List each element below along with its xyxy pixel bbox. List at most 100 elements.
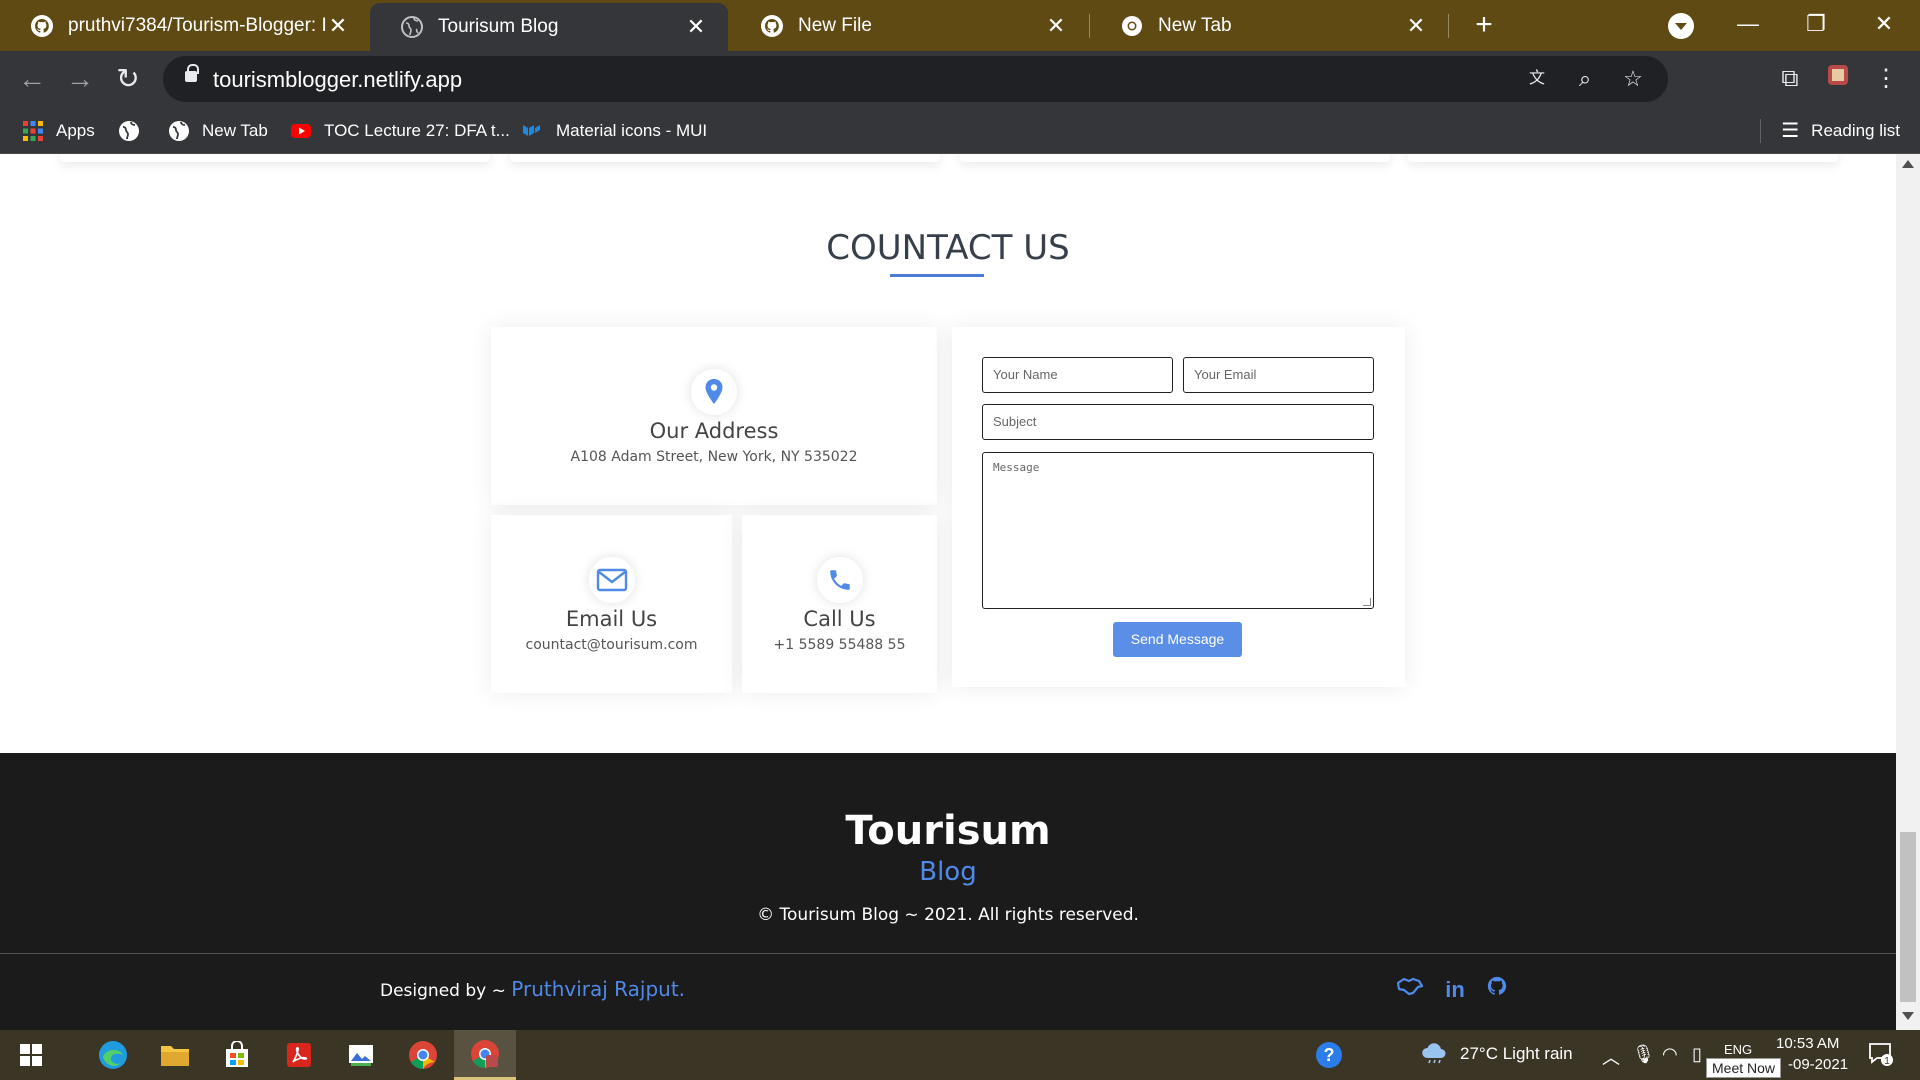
previous-card — [60, 154, 490, 162]
page-scrollbar[interactable] — [1896, 154, 1920, 1030]
tab-new-file[interactable]: New File ✕ — [730, 0, 1088, 51]
bookmark-globe[interactable] — [118, 107, 152, 154]
taskbar-edge[interactable] — [82, 1030, 144, 1080]
chrome-icon — [1122, 15, 1142, 36]
email-heading: Email Us — [565, 607, 658, 631]
tab-separator — [1448, 14, 1449, 38]
call-text: +1 5589 55488 55 — [773, 637, 906, 653]
resize-handle[interactable] — [1363, 598, 1371, 606]
taskbar-chrome[interactable] — [392, 1030, 454, 1080]
restore-icon[interactable]: ❐ — [1786, 4, 1846, 44]
github-icon[interactable] — [1482, 975, 1512, 1005]
section-title: COUNTACT US — [826, 228, 1070, 268]
star-icon[interactable]: ☆ — [1619, 65, 1647, 93]
bookmark-apps[interactable]: Apps — [22, 107, 95, 154]
scroll-thumb[interactable] — [1900, 832, 1916, 1002]
tab-new-tab[interactable]: New Tab ✕ — [1090, 0, 1448, 51]
tab-tourisum-blog[interactable]: Tourisum Blog ✕ — [370, 3, 728, 51]
bookmark-separator — [1760, 119, 1761, 143]
bookmark-label: Apps — [56, 120, 95, 140]
bookmark-material-icons[interactable]: Material icons - MUI — [522, 107, 707, 154]
bookmark-new-tab[interactable]: New Tab — [168, 107, 268, 154]
image-app-icon — [349, 1045, 373, 1066]
name-field[interactable]: Your Name — [982, 357, 1173, 393]
language-indicator[interactable]: ENG — [1724, 1042, 1752, 1057]
pdf-icon — [287, 1043, 311, 1067]
wifi-icon[interactable]: ◠ — [1662, 1044, 1678, 1065]
folder-icon — [161, 1046, 189, 1066]
close-icon[interactable]: ✕ — [326, 13, 350, 39]
message-textarea[interactable]: Message — [982, 452, 1374, 609]
tab-title: New Tab — [1158, 14, 1232, 36]
footer-divider — [0, 953, 1896, 954]
call-heading: Call Us — [803, 607, 876, 631]
apps-grid-icon — [23, 120, 43, 141]
tab-title: New File — [798, 14, 872, 36]
weather-cloud-icon[interactable] — [1420, 1042, 1448, 1069]
menu-kebab-icon[interactable]: ⋮ — [1870, 63, 1902, 95]
window-close-icon[interactable]: ✕ — [1854, 4, 1914, 44]
close-icon[interactable]: ✕ — [1404, 13, 1428, 39]
taskbar-acrobat[interactable] — [268, 1030, 330, 1080]
microphone-icon[interactable]: 🎙 — [1632, 1044, 1655, 1065]
message-placeholder: Message — [993, 461, 1040, 474]
linkedin-icon[interactable]: in — [1440, 975, 1470, 1005]
forward-arrow-icon[interactable]: → — [60, 59, 100, 99]
scroll-down-arrow-icon[interactable] — [1902, 1012, 1914, 1020]
github-icon — [761, 14, 783, 37]
tab-github-repo[interactable]: pruthvi7384/Tourism-Blogger: I have ✕ — [0, 0, 370, 51]
contact-form: Your Name Your Email Subject Message Sen… — [952, 327, 1405, 687]
battery-icon[interactable]: ▯ — [1692, 1044, 1702, 1065]
translate-icon[interactable]: 文 — [1523, 65, 1551, 93]
designed-by: Designed by ~ Pruthviraj Rajput. — [380, 977, 685, 1001]
help-icon[interactable]: ? — [1314, 1040, 1344, 1075]
address-icon-circle — [691, 369, 737, 415]
profile-avatar-icon[interactable] — [1822, 63, 1854, 95]
extensions-puzzle-icon[interactable]: ⧉ — [1774, 63, 1806, 95]
bookmark-label: Material icons - MUI — [556, 120, 708, 140]
author-link[interactable]: Pruthviraj Rajput. — [511, 977, 685, 1001]
subject-placeholder: Subject — [993, 414, 1037, 429]
bookmark-label: New Tab — [202, 120, 268, 140]
footer-copyright: © Tourisum Blog ~ 2021. All rights reser… — [757, 905, 1139, 925]
clock-time[interactable]: 10:53 AM — [1776, 1035, 1839, 1052]
mui-icon — [523, 124, 540, 136]
taskbar-chrome-profile[interactable] — [454, 1030, 516, 1080]
phone-icon — [829, 570, 850, 590]
address-heading: Our Address — [649, 419, 779, 443]
windows-logo-icon — [20, 1044, 42, 1066]
notifications-icon[interactable]: 1 — [1868, 1042, 1894, 1071]
page-viewport: COUNTACT US Our Address A108 Adam Street… — [0, 154, 1896, 1030]
email-field[interactable]: Your Email — [1183, 357, 1374, 393]
send-message-button[interactable]: Send Message — [1113, 622, 1242, 657]
close-icon[interactable]: ✕ — [684, 14, 708, 40]
reading-list-button[interactable]: ☰ Reading list — [1781, 107, 1900, 154]
subject-field[interactable]: Subject — [982, 404, 1374, 440]
weather-text[interactable]: 27°C Light rain — [1460, 1044, 1573, 1064]
taskbar-file-explorer[interactable] — [144, 1030, 206, 1080]
tab-search-dropdown-icon[interactable] — [1668, 13, 1694, 39]
browser-tab-strip: pruthvi7384/Tourism-Blogger: I have ✕ To… — [0, 0, 1920, 51]
scroll-up-arrow-icon[interactable] — [1902, 160, 1914, 168]
minimize-icon[interactable]: — — [1718, 4, 1778, 44]
back-arrow-icon[interactable]: ← — [12, 59, 52, 99]
notification-bubble-icon: 1 — [1869, 1043, 1893, 1067]
start-button[interactable] — [0, 1030, 62, 1080]
bookmarks-bar: Apps New Tab TOC Lecture 27: DFA t... Ma… — [0, 107, 1920, 154]
taskbar-app[interactable] — [330, 1030, 392, 1080]
handshake-icon[interactable] — [1395, 975, 1425, 1005]
reload-icon[interactable]: ↻ — [108, 59, 148, 99]
zoom-icon[interactable]: ⌕ — [1571, 65, 1599, 93]
bookmark-toc-lecture[interactable]: TOC Lecture 27: DFA t... — [290, 107, 510, 154]
close-icon[interactable]: ✕ — [1044, 13, 1068, 39]
clock-date[interactable]: -09-2021 — [1788, 1056, 1848, 1073]
svg-text:?: ? — [1324, 1045, 1335, 1065]
address-bar[interactable]: tourismblogger.netlify.app ☆ ⌕ 文 — [163, 56, 1668, 102]
reading-list-icon: ☰ — [1781, 120, 1800, 142]
previous-card — [960, 154, 1390, 162]
new-tab-plus-icon[interactable]: + — [1466, 8, 1502, 42]
chevron-up-icon[interactable]: ︿ — [1602, 1044, 1620, 1070]
previous-card — [510, 154, 940, 162]
map-pin-icon — [705, 379, 723, 404]
taskbar-store[interactable] — [206, 1030, 268, 1080]
